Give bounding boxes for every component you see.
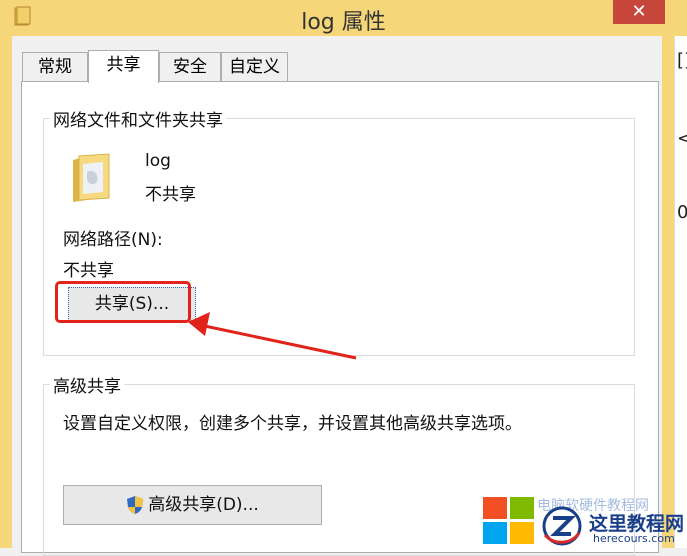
windows-logo-icon: [483, 497, 534, 544]
tab-sharing[interactable]: 共享: [88, 50, 159, 83]
watermark-domain: herecours.com: [593, 532, 675, 545]
watermark: 电脑软硬件教程网 这里教程网 herecours.com: [481, 495, 687, 548]
z-logo-icon: [542, 506, 582, 546]
